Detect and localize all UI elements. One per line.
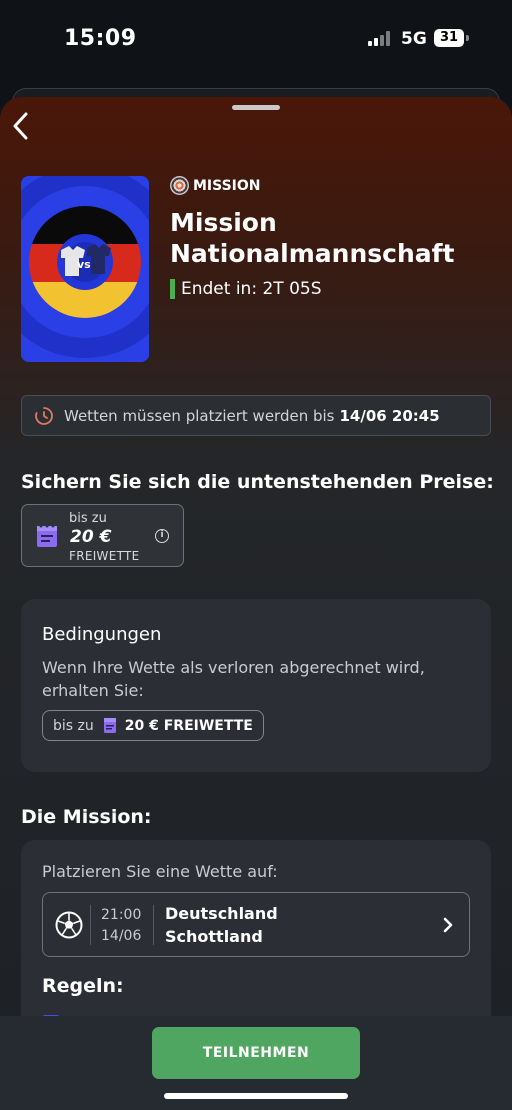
- mission-tag: MISSION: [170, 176, 261, 195]
- team-away: Schottland: [165, 927, 263, 946]
- target-icon: [170, 176, 189, 195]
- deadline-date: 14/06 20:45: [339, 406, 440, 425]
- deadline-text: Wetten müssen platziert werden bis: [64, 406, 335, 425]
- conditions-card: Bedingungen Wenn Ihre Wette als verloren…: [21, 599, 491, 772]
- conditions-reward-pill: bis zu 20 € FREIWETTE: [42, 710, 264, 741]
- countdown-indicator: [170, 279, 175, 299]
- divider: [153, 905, 154, 945]
- signal-icon: [368, 30, 392, 46]
- soccer-ball-icon: [55, 911, 83, 939]
- prize-card[interactable]: bis zu 20 € FREIWETTE i: [21, 504, 184, 567]
- join-button[interactable]: TEILNEHMEN: [152, 1027, 360, 1079]
- rules-heading: Regeln:: [42, 975, 124, 997]
- conditions-text: Wenn Ihre Wette als verloren abgerechnet…: [42, 658, 425, 700]
- prize-amount: 20 €: [70, 527, 112, 547]
- team-home: Deutschland: [165, 904, 278, 923]
- battery-icon: 31: [434, 29, 464, 47]
- conditions-upto: bis zu: [53, 717, 94, 734]
- match-time: 21:00: [101, 907, 142, 923]
- back-button[interactable]: [10, 111, 34, 141]
- network-type: 5G: [401, 29, 427, 49]
- prize-label: FREIWETTE: [69, 549, 140, 563]
- status-time: 15:09: [64, 26, 137, 51]
- place-bet-label: Platzieren Sie eine Wette auf:: [42, 862, 278, 881]
- mission-countdown: Endet in: 2T 05S: [170, 279, 322, 299]
- sheet-grabber[interactable]: [232, 105, 280, 110]
- bet-deadline-banner: Wetten müssen platziert werden bis 14/06…: [21, 395, 491, 436]
- info-icon[interactable]: i: [155, 529, 169, 543]
- prizes-heading: Sichern Sie sich die untenstehenden Prei…: [21, 471, 494, 493]
- status-bar: 15:09 5G 31: [0, 0, 512, 80]
- conditions-reward: 20 € FREIWETTE: [124, 717, 253, 734]
- match-date: 14/06: [101, 928, 142, 944]
- mission-image: vs: [21, 176, 149, 362]
- prize-upto: bis zu: [69, 511, 107, 526]
- free-bet-ticket-icon: [37, 524, 57, 547]
- chevron-left-icon: [13, 112, 28, 140]
- chevron-right-icon: [443, 917, 453, 933]
- divider: [90, 905, 91, 945]
- match-row[interactable]: 21:00 14/06 Deutschland Schottland: [42, 892, 470, 957]
- mission-tag-label: MISSION: [193, 177, 261, 194]
- clock-icon: [35, 406, 53, 425]
- footer: TEILNEHMEN: [0, 1016, 512, 1110]
- home-indicator: [164, 1093, 348, 1099]
- vs-text: vs: [77, 258, 91, 271]
- mission-heading: Die Mission:: [21, 806, 152, 828]
- mission-artwork: vs: [21, 176, 149, 362]
- conditions-title: Bedingungen: [42, 624, 162, 645]
- battery-tip: [466, 35, 469, 41]
- countdown-text: Endet in: 2T 05S: [181, 279, 322, 299]
- mission-sheet: vs MISSION Mission Nationalmannschaft En…: [0, 97, 512, 1110]
- mission-title: Mission Nationalmannschaft: [170, 208, 455, 268]
- free-bet-ticket-icon: [103, 718, 116, 733]
